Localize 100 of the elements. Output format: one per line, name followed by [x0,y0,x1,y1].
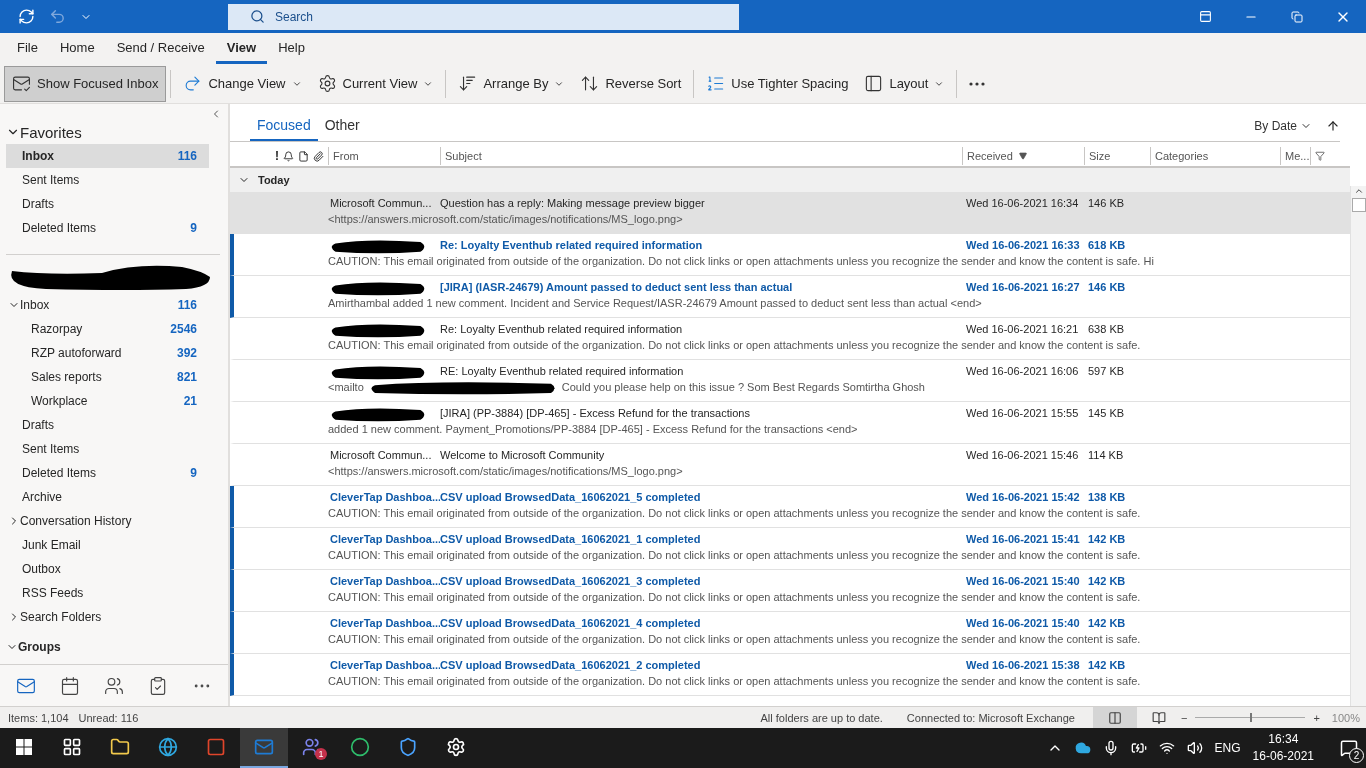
column-header[interactable]: Received [962,147,1084,165]
folder-item[interactable]: Deleted Items 9 [6,461,209,485]
normal-view-icon[interactable] [1093,707,1137,728]
message-row[interactable] [230,528,1350,570]
attachment-icon[interactable] [313,150,324,162]
ribbon-button[interactable]: Arrange By [450,65,573,102]
menu-tab[interactable]: File [6,40,49,64]
menu-tab[interactable]: Send / Receive [105,40,216,64]
received-text: Wed 16-06-2021 15:40 [965,575,1081,589]
folder-item[interactable]: Inbox 116 [6,144,209,168]
ribbon-button[interactable]: Use Tighter Spacing [698,65,857,102]
sender-text: Microsoft Commun... [329,197,433,211]
focus-tab[interactable]: Focused [250,117,318,141]
menu-tab[interactable]: Home [48,40,106,64]
people-icon[interactable] [104,675,124,696]
folder-item[interactable]: Archive [6,485,209,509]
folder-item[interactable]: Inbox 116 [6,293,209,317]
language-indicator[interactable]: ENG [1214,741,1241,755]
preview-text: CAUTION: This email originated from outside of the organization. Do not click links or open attachments unless you recognize the sender and know the content is safe. [328,339,1141,351]
preview-text: <https://answers.microsoft.com/static/images/notifications/MS_logo.png> [328,465,683,477]
folder-item[interactable]: Sales reports 821 [6,365,209,389]
message-row[interactable] [230,486,1350,528]
sort-button[interactable]: By Date [1254,119,1312,141]
size-text: 142 KB [1087,617,1127,631]
ribbon-button[interactable]: Layout [856,65,953,102]
message-row[interactable] [230,612,1350,654]
received-text: Wed 16-06-2021 15:38 [965,659,1081,673]
subject-text: Question has a reply: Making message preview bigger [440,197,706,211]
received-text: Wed 16-06-2021 15:46 [965,449,1080,463]
wifi-icon[interactable] [1158,740,1175,756]
document-icon[interactable] [298,150,309,162]
folder-item[interactable]: RSS Feeds [6,581,209,605]
ribbon-button[interactable]: Current View [309,65,442,102]
received-text: Wed 16-06-2021 15:42 [965,491,1081,505]
scroll-up-icon[interactable] [1353,186,1364,196]
folder-item[interactable]: Drafts [6,413,209,437]
inbox-check-icon [12,74,31,93]
folder-item[interactable]: Sent Items [6,168,209,192]
zoom-in-button[interactable]: + [1313,711,1320,724]
column-header[interactable]: Size [1084,147,1150,165]
sender-text: CleverTap Dashboa... [329,659,440,673]
folder-item[interactable]: Search Folders [6,605,209,629]
task-view-icon [62,737,82,757]
sender-text: CleverTap Dashboa... [329,617,440,631]
folder-item[interactable]: Razorpay 2546 [6,317,209,341]
scroll-thumb[interactable] [1351,198,1366,212]
battery-icon[interactable] [1130,740,1147,756]
message-row[interactable] [230,234,1350,276]
ribbon-button[interactable]: Show Focused Inbox [4,65,167,102]
clock[interactable]: 16:34 16-06-2021 [1252,731,1314,765]
taskbar-app[interactable]: 1 [288,728,336,768]
ribbon-button[interactable]: Reverse Sort [572,65,690,102]
scrollbar[interactable] [1350,186,1366,706]
reminder-icon[interactable] [283,150,294,162]
subject-text: RE: Loyalty Eventhub related required information [440,365,685,379]
sync-icon[interactable] [18,8,35,25]
size-text: 145 KB [1087,407,1126,421]
folder-item[interactable]: Sent Items [6,437,209,461]
size-text: 146 KB [1087,197,1126,211]
received-text: Wed 16-06-2021 15:41 [965,533,1081,547]
size-text: 142 KB [1087,575,1127,589]
column-header[interactable]: Subject [440,147,962,165]
favorites-header[interactable]: Favorites [6,120,228,144]
received-text: Wed 16-06-2021 15:40 [965,617,1081,631]
message-row[interactable] [230,570,1350,612]
importance-header[interactable]: ! [275,149,279,163]
column-header[interactable]: From [328,147,440,165]
groups-header[interactable]: Groups [6,635,228,659]
cloud-icon[interactable] [1074,740,1091,756]
message-row[interactable] [230,654,1350,696]
ribbon-button[interactable]: Change View [175,65,310,102]
group-header[interactable]: Today [230,168,1350,192]
subject-text: CSV upload BrowsedData_16062021_4 completed [440,617,702,631]
folder-item[interactable]: RZP autoforward 392 [6,341,209,365]
folder-item[interactable]: Outbox [6,557,209,581]
folder-item[interactable]: Junk Email [6,533,209,557]
volume-icon[interactable] [1186,740,1203,756]
message-row[interactable]: Microsoft Commun... Question has a reply: Making message preview bigger Wed 16-06-2021 16:34 146 KB <https://answers.microsoft.com/static/images/notifications/MS_logo.png> [230,192,1350,234]
zoom-thumb[interactable] [1250,713,1253,722]
preview-text: Could you please help on this issue ? Som Best Regards Somtirtha Ghosh [561,381,925,395]
received-text: Wed 16-06-2021 16:27 [965,281,1081,295]
notification-badge: 1 [315,748,327,760]
search-field[interactable]: Search [228,3,739,30]
focus-tab[interactable]: Other [317,117,367,141]
folder-item[interactable]: Deleted Items 9 [6,216,209,240]
column-header[interactable]: Me... [1280,147,1310,165]
preview-text: <https://answers.microsoft.com/static/images/notifications/MS_logo.png> [328,213,683,225]
folder-item[interactable]: Workplace 21 [6,389,209,413]
folder-item[interactable]: Drafts [6,192,209,216]
calendar-icon[interactable] [60,675,80,696]
zoom-out-button[interactable]: − [1181,711,1188,724]
folder-item[interactable]: Conversation History [6,509,209,533]
column-header[interactable]: Categories [1150,147,1280,165]
message-row[interactable] [230,276,1350,318]
sender-text: Microsoft Commun... [329,449,433,463]
menu-tab[interactable]: Help [267,40,316,64]
size-text: 142 KB [1087,659,1127,673]
tasks-icon[interactable] [148,675,168,696]
sort-caret-icon [1018,152,1027,160]
subject-text: CSV upload BrowsedData_16062021_3 completed [440,575,702,589]
